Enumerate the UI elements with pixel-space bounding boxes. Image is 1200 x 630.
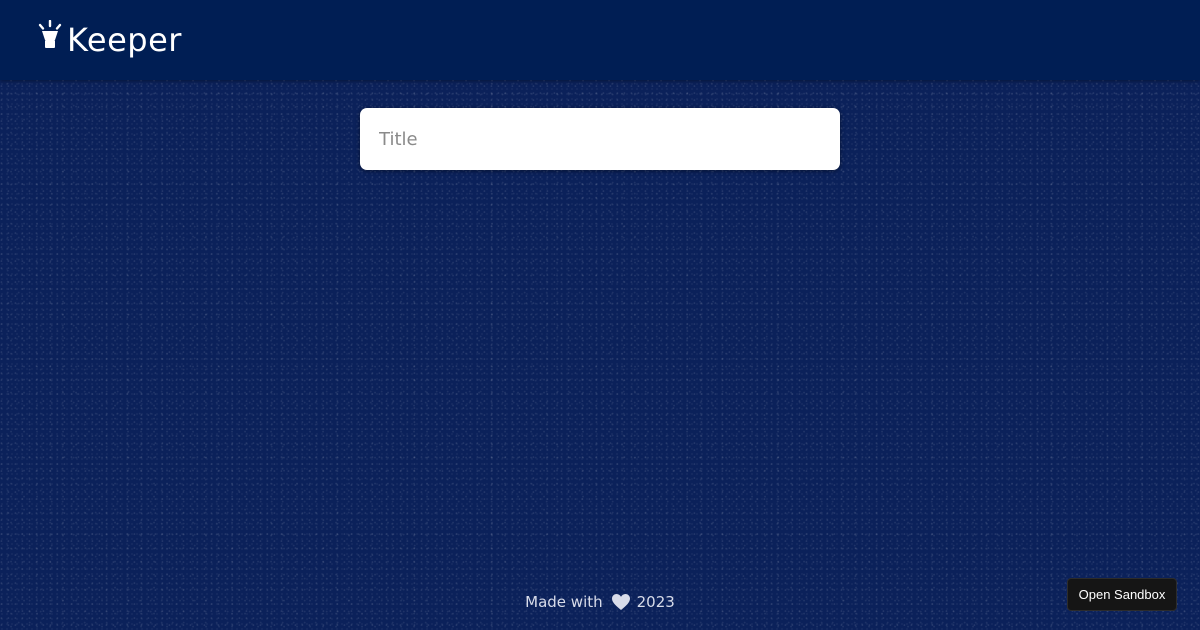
create-note-form — [360, 108, 840, 170]
page-footer: Made with 2023 — [0, 592, 1200, 618]
heart-icon — [611, 594, 630, 610]
open-sandbox-button[interactable]: Open Sandbox — [1067, 578, 1177, 611]
lightbulb-icon — [38, 20, 62, 48]
brand-name: Keeper — [67, 21, 182, 59]
footer-made-with: Made with — [525, 593, 603, 611]
app-header: Keeper — [0, 0, 1200, 80]
footer-credit: Made with 2023 — [525, 593, 675, 611]
brand-logo[interactable]: Keeper — [37, 18, 182, 62]
footer-year: 2023 — [636, 593, 675, 611]
note-title-input[interactable] — [360, 108, 840, 170]
